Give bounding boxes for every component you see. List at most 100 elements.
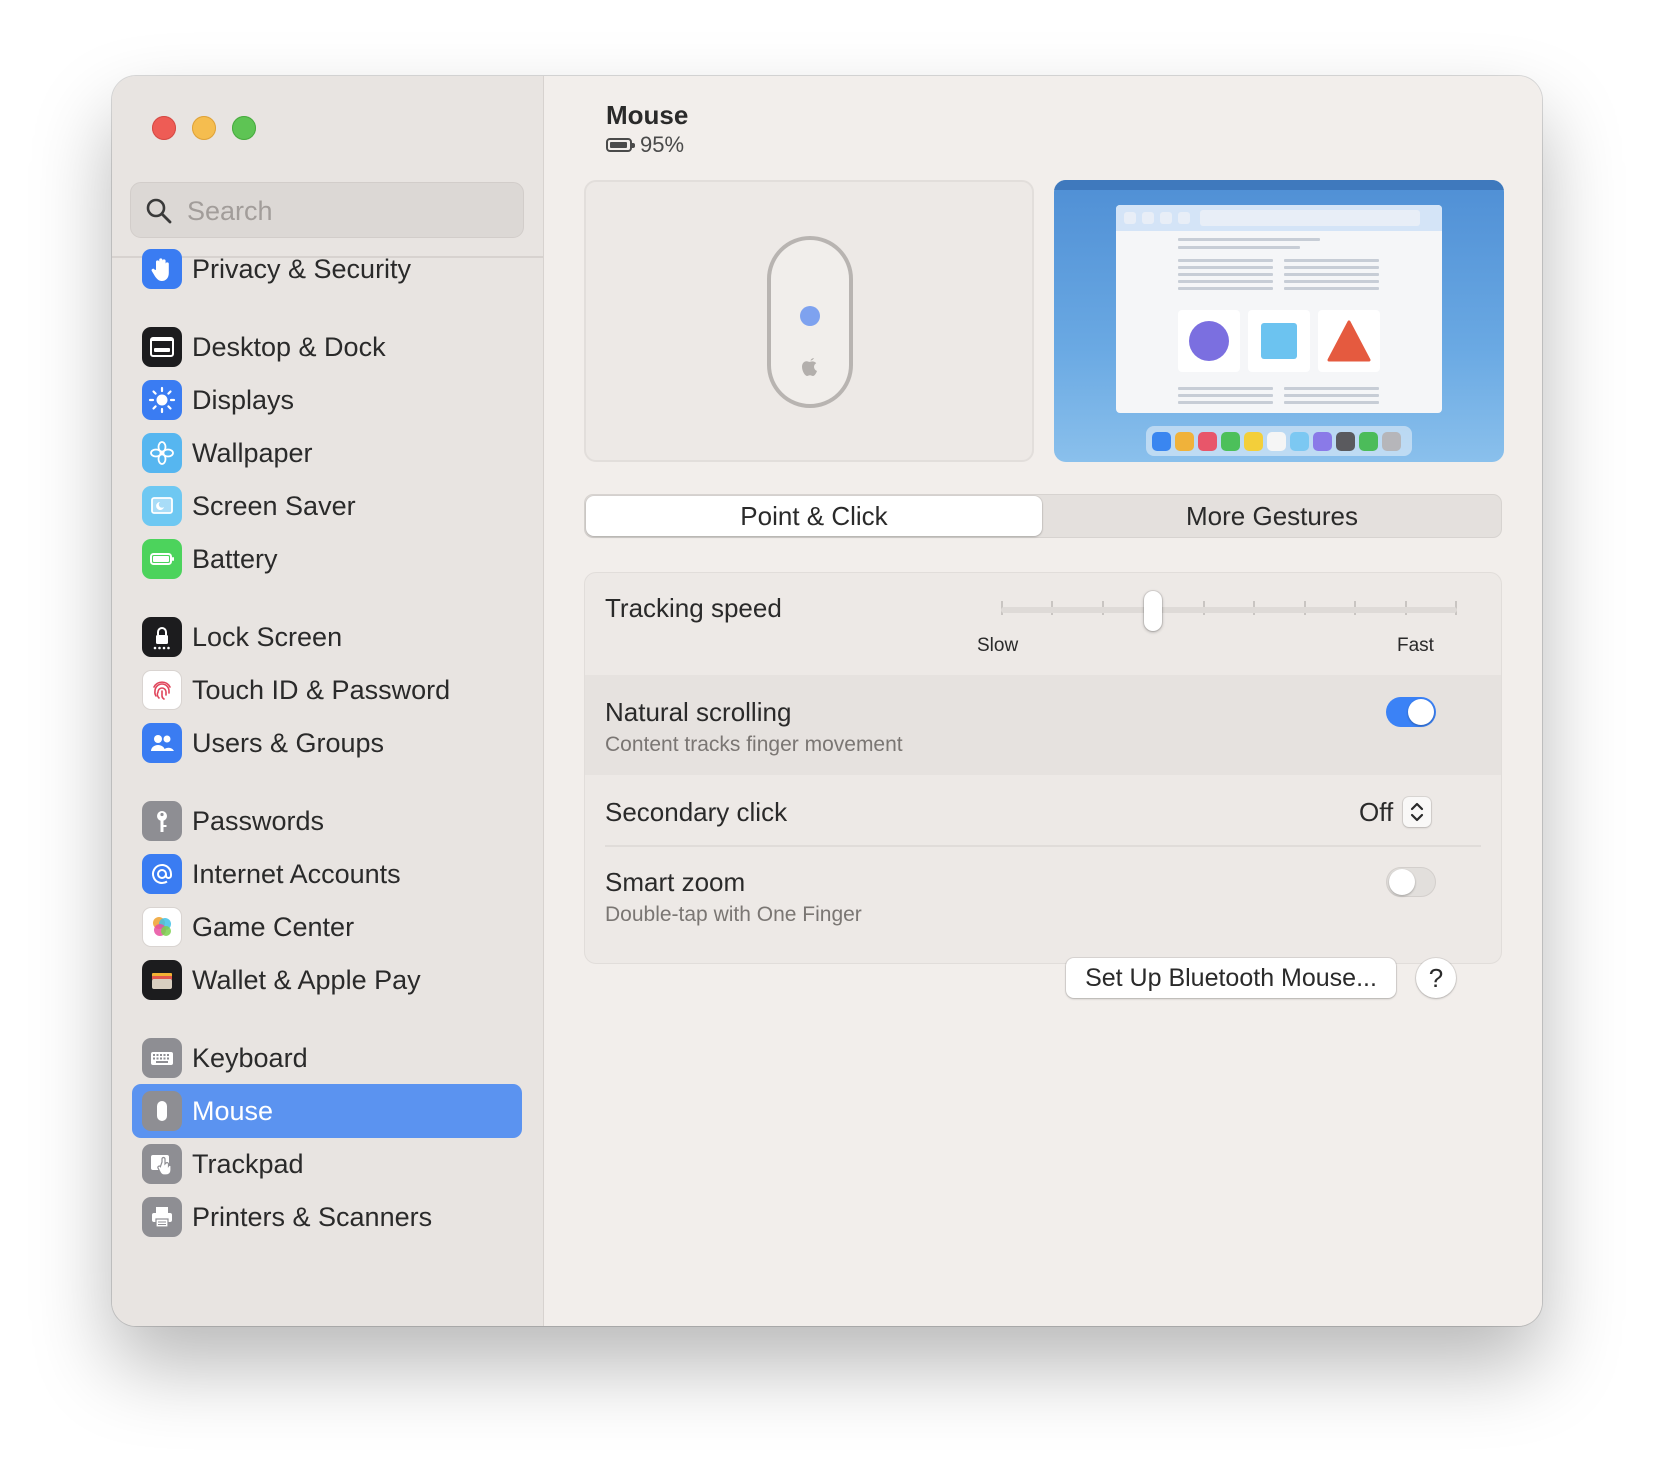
key-icon — [142, 801, 182, 841]
sidebar-item-mouse[interactable]: Mouse — [132, 1084, 522, 1138]
preview-card-square — [1248, 310, 1310, 372]
battery-status: 95% — [606, 132, 684, 158]
sidebar-item-passwords[interactable]: Passwords — [132, 794, 522, 848]
screen-saver-icon — [142, 486, 182, 526]
sidebar-item-users-groups[interactable]: Users & Groups — [132, 716, 522, 770]
slider-track — [1001, 607, 1457, 613]
apple-logo-icon — [802, 358, 817, 376]
tab-point-click[interactable]: Point & Click — [586, 496, 1042, 536]
sidebar-item-label: Mouse — [192, 1095, 274, 1126]
sidebar: Privacy & Security Desktop & Dock Displa… — [112, 76, 544, 1326]
preview-dock — [1146, 426, 1412, 456]
at-icon — [142, 854, 182, 894]
sun-icon — [142, 380, 182, 420]
tab-more-gestures[interactable]: More Gestures — [1044, 496, 1500, 536]
dock-app-icon — [1175, 432, 1194, 451]
sidebar-item-game-center[interactable]: Game Center — [132, 900, 522, 954]
preview-dot — [1178, 212, 1190, 224]
smart-zoom-toggle[interactable] — [1386, 867, 1436, 897]
magic-mouse-illustration — [767, 236, 853, 408]
sidebar-item-label: Displays — [192, 384, 295, 415]
preview-text-line — [1284, 394, 1379, 397]
close-button[interactable] — [152, 116, 176, 140]
dock-app-icon — [1198, 432, 1217, 451]
battery-percent: 95% — [640, 132, 685, 157]
preview-text-line — [1178, 246, 1300, 249]
sidebar-item-label: Touch ID & Password — [192, 674, 451, 705]
preview-triangle-shape — [1327, 320, 1371, 362]
dock-app-icon — [1336, 432, 1355, 451]
smart-zoom-label: Smart zoom — [605, 867, 746, 897]
setup-bluetooth-mouse-button[interactable]: Set Up Bluetooth Mouse... — [1066, 958, 1396, 998]
preview-text-line — [1284, 287, 1379, 290]
secondary-click-value[interactable]: Off — [1359, 797, 1393, 828]
sidebar-item-battery[interactable]: Battery — [132, 532, 522, 586]
lock-icon — [142, 617, 182, 657]
search-field[interactable] — [130, 182, 524, 238]
sidebar-item-privacy-security[interactable]: Privacy & Security — [132, 242, 522, 296]
preview-menubar — [1054, 180, 1504, 190]
preview-circle-shape — [1189, 321, 1229, 361]
preview-text-line — [1284, 387, 1379, 390]
chevron-up-down-icon — [1410, 802, 1424, 822]
secondary-click-popup[interactable] — [1403, 797, 1431, 827]
dock-app-icon — [1152, 432, 1171, 451]
sidebar-item-label: Users & Groups — [192, 727, 385, 758]
dock-icon — [142, 327, 182, 367]
battery-fill — [610, 142, 627, 148]
game-center-icon — [142, 907, 182, 947]
sidebar-item-label: Game Center — [192, 911, 355, 942]
keyboard-icon — [142, 1038, 182, 1078]
sidebar-item-touch-id[interactable]: Touch ID & Password — [132, 663, 522, 717]
smart-zoom-row: Smart zoom Double-tap with One Finger — [585, 847, 1501, 963]
tracking-speed-row: Tracking speed Slow Fast — [585, 573, 1501, 675]
sidebar-item-label: Wallpaper — [192, 437, 313, 468]
sidebar-item-internet-accounts[interactable]: Internet Accounts — [132, 847, 522, 901]
mouse-preview — [584, 180, 1034, 462]
sidebar-item-label: Wallet & Apple Pay — [192, 964, 421, 995]
preview-text-line — [1284, 259, 1379, 262]
sidebar-item-label: Printers & Scanners — [192, 1201, 433, 1232]
battery-level-icon — [606, 138, 635, 152]
minimize-button[interactable] — [192, 116, 216, 140]
fingerprint-icon — [142, 670, 182, 710]
sidebar-item-desktop-dock[interactable]: Desktop & Dock — [132, 320, 522, 374]
sidebar-item-screen-saver[interactable]: Screen Saver — [132, 479, 522, 533]
sidebar-item-label: Keyboard — [192, 1042, 308, 1073]
dock-app-icon — [1221, 432, 1240, 451]
dock-app-icon — [1313, 432, 1332, 451]
dock-app-icon — [1267, 432, 1286, 451]
preview-card-triangle — [1318, 310, 1380, 372]
sidebar-item-trackpad[interactable]: Trackpad — [132, 1137, 522, 1191]
help-button[interactable]: ? — [1416, 958, 1456, 998]
main-pane: Mouse 95% Point & Click More Gestures Tr… — [544, 76, 1542, 1326]
natural-scrolling-toggle[interactable] — [1386, 697, 1436, 727]
slider-max-label: Fast — [1397, 635, 1434, 656]
preview-text-line — [1284, 266, 1379, 269]
gesture-preview-screen — [1054, 180, 1504, 462]
zoom-button[interactable] — [232, 116, 256, 140]
search-input[interactable] — [185, 191, 509, 231]
sidebar-item-printers[interactable]: Printers & Scanners — [132, 1190, 522, 1244]
natural-scrolling-sublabel: Content tracks finger movement — [605, 733, 903, 756]
wallet-icon — [142, 960, 182, 1000]
preview-text-line — [1178, 394, 1273, 397]
battery-icon — [142, 539, 182, 579]
preview-text-line — [1178, 266, 1273, 269]
sidebar-item-keyboard[interactable]: Keyboard — [132, 1031, 522, 1085]
preview-address-bar — [1200, 210, 1420, 226]
preview-text-line — [1178, 273, 1273, 276]
page-title: Mouse — [606, 100, 689, 130]
slider-knob[interactable] — [1144, 591, 1163, 631]
sidebar-item-wallet[interactable]: Wallet & Apple Pay — [132, 953, 522, 1007]
dock-app-icon — [1382, 432, 1401, 451]
search-icon — [146, 198, 172, 224]
trackpad-icon — [142, 1144, 182, 1184]
preview-square-shape — [1261, 323, 1297, 359]
sidebar-item-wallpaper[interactable]: Wallpaper — [132, 426, 522, 480]
sidebar-item-lock-screen[interactable]: Lock Screen — [132, 610, 522, 664]
preview-text-line — [1178, 280, 1273, 283]
sidebar-item-label: Desktop & Dock — [192, 331, 386, 362]
sidebar-item-label: Trackpad — [192, 1148, 304, 1179]
sidebar-item-displays[interactable]: Displays — [132, 373, 522, 427]
